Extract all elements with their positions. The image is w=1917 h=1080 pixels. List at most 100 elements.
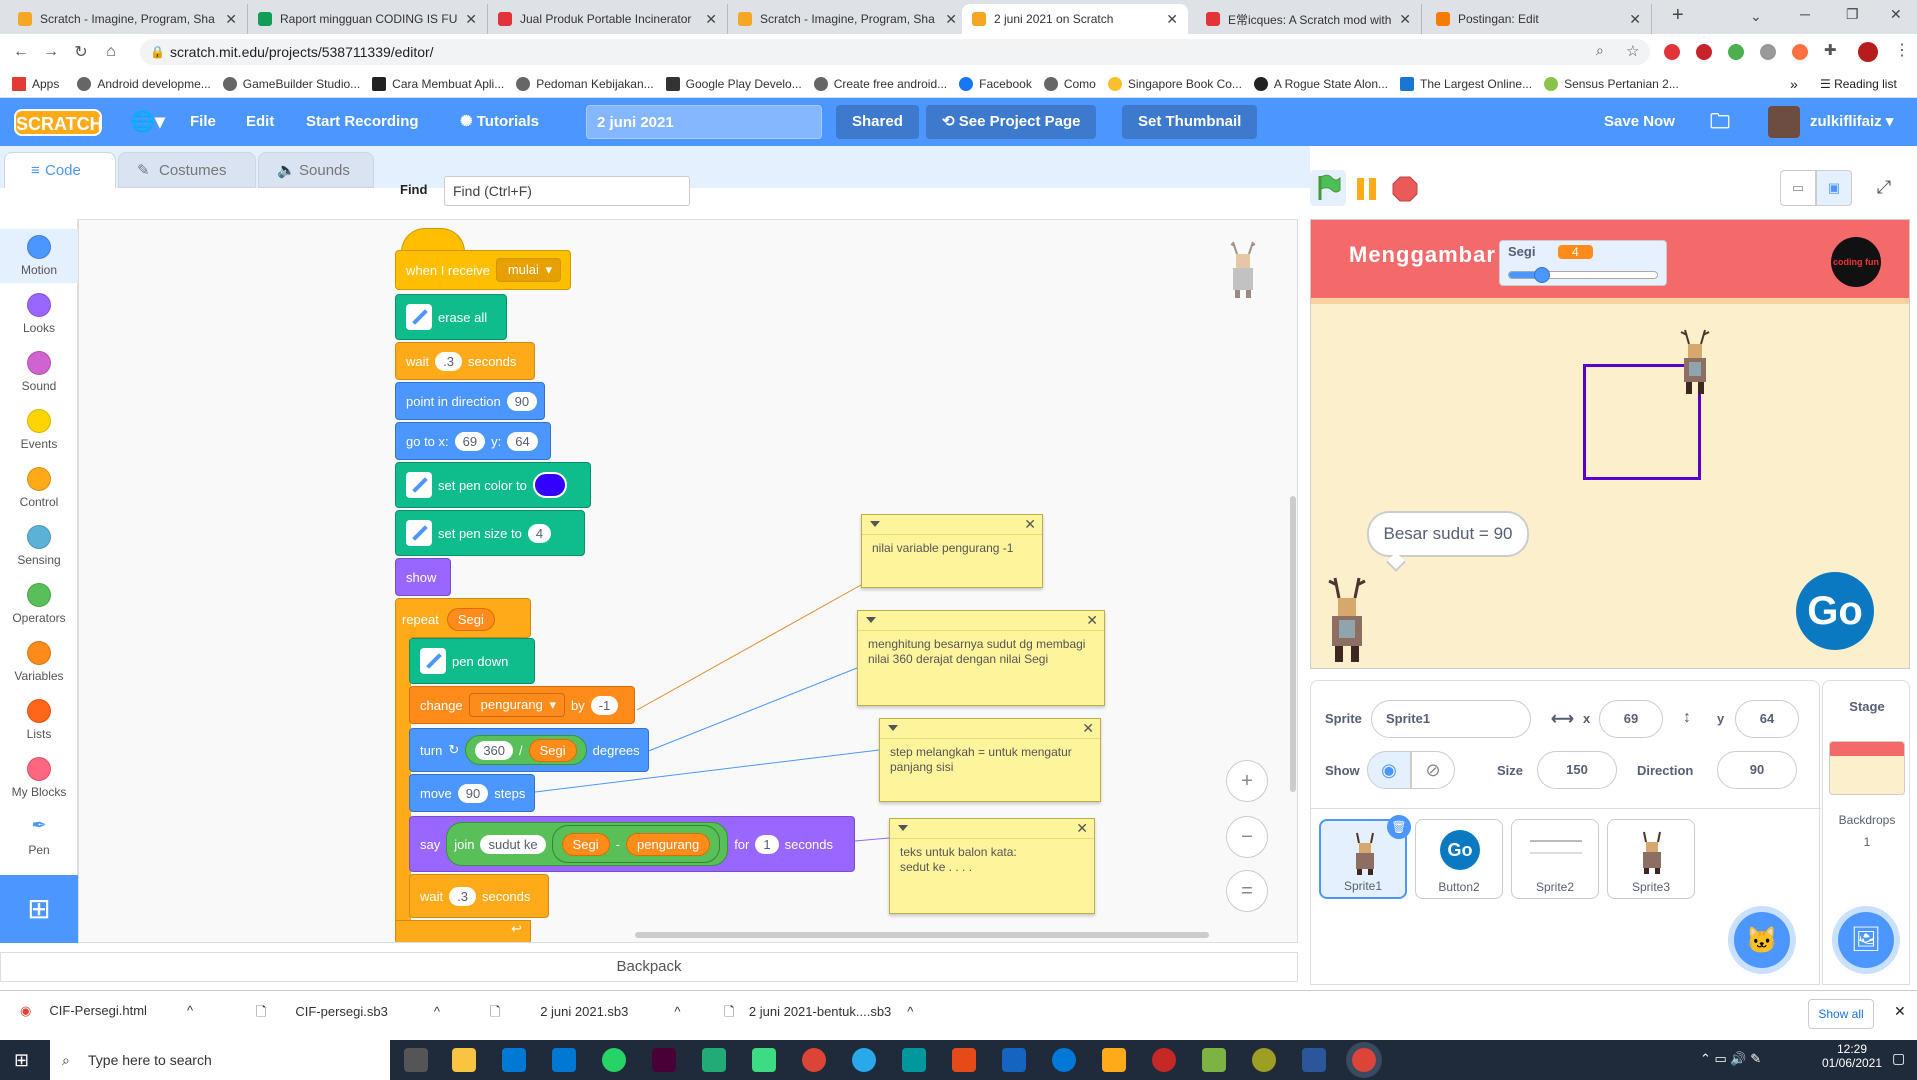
code-workspace[interactable]: when I receive mulai ▾ erase all wait .3 se… — [78, 219, 1298, 943]
zoom-icon[interactable]: ⌕ — [1596, 42, 1604, 59]
comment-note[interactable]: ✕ menghitung besarnya sudut dg membagi ni… — [857, 610, 1105, 706]
direction-input[interactable]: 90 — [1717, 751, 1797, 789]
home-icon[interactable]: ⌂ — [96, 43, 126, 61]
say-for-secs-block[interactable]: say join sudut ke Segi - pengurang for 1 seconds — [409, 816, 855, 872]
browser-tab[interactable]: Postingan: Edit ✕ — [1426, 4, 1652, 34]
close-icon[interactable]: ✕ — [945, 11, 957, 28]
pengurang-reporter[interactable]: pengurang — [626, 832, 711, 856]
browser-tab-active[interactable]: 2 juni 2021 on Scratch ✕ — [962, 4, 1188, 34]
more-bookmarks-icon[interactable]: » — [1790, 76, 1798, 92]
download-item[interactable]: 🗋 2 juni 2021-bentuk....sb3 ^ — [724, 1003, 913, 1025]
go-button-sprite[interactable]: Go — [1796, 572, 1874, 650]
browser-tab[interactable]: Raport mingguan CODING IS FU ✕ — [248, 4, 488, 34]
bookmark-item[interactable]: Singapore Book Co... — [1107, 76, 1242, 91]
start-recording-menu[interactable]: Start Recording — [306, 98, 419, 146]
choose-backdrop-button[interactable]: 🖼 — [1838, 912, 1894, 968]
bookmark-item[interactable]: Google Play Develo... — [665, 76, 802, 91]
zoom-in-button[interactable]: + — [1226, 760, 1268, 802]
browser-tab[interactable]: Scratch - Imagine, Program, Sha ✕ — [728, 4, 968, 34]
pen-down-block[interactable]: pen down — [409, 638, 535, 684]
reading-list-button[interactable]: ☰ Reading list — [1820, 77, 1897, 91]
collapse-icon[interactable] — [898, 825, 908, 831]
browser-tab[interactable]: Jual Produk Portable Incinerator ✕ — [488, 4, 728, 34]
segi-reporter[interactable]: Segi — [561, 832, 610, 856]
category-motion[interactable]: Motion — [0, 229, 78, 283]
tab-costumes[interactable]: ✎ Costumes — [118, 152, 256, 188]
arduino-icon[interactable] — [902, 1048, 926, 1072]
comment-text[interactable]: nilai variable pengurang -1 — [862, 535, 1042, 562]
see-project-page-button[interactable]: ⟲ See Project Page — [926, 105, 1097, 139]
profile-avatar[interactable] — [1858, 42, 1878, 62]
chrome-active-icon[interactable] — [1352, 1048, 1376, 1072]
edge-icon[interactable] — [1052, 1048, 1076, 1072]
tutorials-menu[interactable]: ✺ Tutorials — [460, 98, 539, 146]
username-menu[interactable]: zulkiflifaiz ▾ — [1810, 98, 1893, 146]
tab-search-icon[interactable]: ⌄ — [1750, 8, 1762, 25]
comment-note[interactable]: ✕ teks untuk balon kata: sedut ke . . . . — [889, 818, 1095, 914]
bookmark-item[interactable]: Cara Membuat Apli... — [372, 76, 504, 91]
close-icon[interactable]: ✕ — [465, 11, 477, 28]
steps-input[interactable]: 90 — [457, 783, 489, 803]
category-variables[interactable]: Variables — [0, 641, 78, 683]
show-visible-button[interactable]: ◉ — [1367, 751, 1411, 789]
hide-sprite-button[interactable]: ⊘ — [1411, 751, 1455, 789]
close-icon[interactable]: ✕ — [705, 11, 717, 28]
bookmark-item[interactable]: Sensus Pertanian 2... — [1544, 76, 1679, 91]
indesign-icon[interactable] — [652, 1048, 676, 1072]
tab-sounds[interactable]: 🔈 Sounds — [258, 152, 374, 188]
erase-all-block[interactable]: erase all — [395, 294, 507, 340]
bookmark-item[interactable]: Android developme... — [77, 76, 211, 91]
category-sensing[interactable]: Sensing — [0, 525, 78, 567]
restore-icon[interactable]: ❐ — [1846, 6, 1859, 23]
back-icon[interactable]: ← — [6, 43, 36, 61]
wait-input[interactable]: .3 — [449, 886, 476, 906]
go-to-xy-block[interactable]: go to x: 69 y: 64 — [395, 422, 551, 460]
store-icon[interactable] — [502, 1048, 526, 1072]
when-receive-block[interactable]: when I receive mulai ▾ — [395, 250, 571, 290]
puzzle-icon[interactable]: ✚ — [1824, 41, 1837, 59]
move-steps-block[interactable]: move 90 steps — [409, 774, 535, 812]
bookmark-item[interactable]: The Largest Online... — [1400, 76, 1532, 91]
collapse-icon[interactable] — [870, 521, 880, 527]
tab-code[interactable]: ≡ Code — [4, 152, 116, 188]
turn-degrees-block[interactable]: turn ↻ 360/Segi degrees — [409, 728, 649, 772]
close-icon[interactable]: ✕ — [1082, 720, 1094, 737]
comment-note[interactable]: ✕ step melangkah = untuk mengatur panjang… — [879, 718, 1101, 802]
file-explorer-icon[interactable] — [452, 1048, 476, 1072]
vertical-scrollbar[interactable] — [1290, 496, 1296, 792]
say-seconds-input[interactable]: 1 — [755, 834, 779, 854]
comment-text[interactable]: menghitung besarnya sudut dg membagi nil… — [858, 631, 1104, 673]
project-title-input[interactable]: 2 juni 2021 — [586, 105, 822, 139]
horizontal-scrollbar[interactable] — [635, 932, 1209, 938]
menu-icon[interactable]: ⋮ — [1894, 40, 1910, 60]
sprite-thumbnail-selected[interactable]: Sprite1 🗑 — [1319, 815, 1411, 899]
category-control[interactable]: Control — [0, 467, 78, 509]
repeat-count-reporter[interactable]: Segi — [446, 608, 495, 631]
category-sound[interactable]: Sound — [0, 351, 78, 393]
forward-icon[interactable]: → — [36, 43, 66, 61]
backpack-bar[interactable]: Backpack — [0, 952, 1298, 982]
choose-sprite-button[interactable]: 🐱 — [1734, 912, 1790, 968]
deer-sprite-icon[interactable] — [1321, 576, 1373, 664]
close-icon[interactable]: ✕ — [1629, 11, 1641, 28]
chevron-up-icon[interactable]: ^ — [187, 1003, 193, 1018]
close-icon[interactable]: ✕ — [1166, 11, 1178, 28]
word-icon[interactable] — [1302, 1048, 1326, 1072]
small-stage-button[interactable]: ▭ — [1780, 170, 1816, 206]
close-icon[interactable]: ✕ — [225, 11, 237, 28]
message-dropdown[interactable]: mulai ▾ — [495, 258, 562, 282]
category-looks[interactable]: Looks — [0, 293, 78, 335]
new-tab-icon[interactable]: + — [1672, 4, 1684, 27]
app-icon[interactable] — [1252, 1048, 1276, 1072]
x-position-input[interactable]: 69 — [1599, 700, 1663, 738]
sprite-name-input[interactable]: Sprite1 — [1371, 700, 1531, 738]
x-input[interactable]: 69 — [454, 431, 486, 451]
reload-icon[interactable]: ↻ — [66, 42, 96, 62]
bookmark-item[interactable]: A Rogue State Alon... — [1253, 76, 1388, 91]
bookmark-item[interactable]: Pedoman Kebijakan... — [516, 76, 654, 91]
apps-bookmark[interactable]: Apps — [12, 76, 59, 91]
sprite-thumbnail[interactable]: Go Button2 — [1415, 819, 1503, 899]
zoom-out-button[interactable]: − — [1226, 816, 1268, 858]
find-input[interactable]: Find (Ctrl+F) — [444, 176, 690, 206]
android-studio-icon[interactable] — [752, 1048, 776, 1072]
